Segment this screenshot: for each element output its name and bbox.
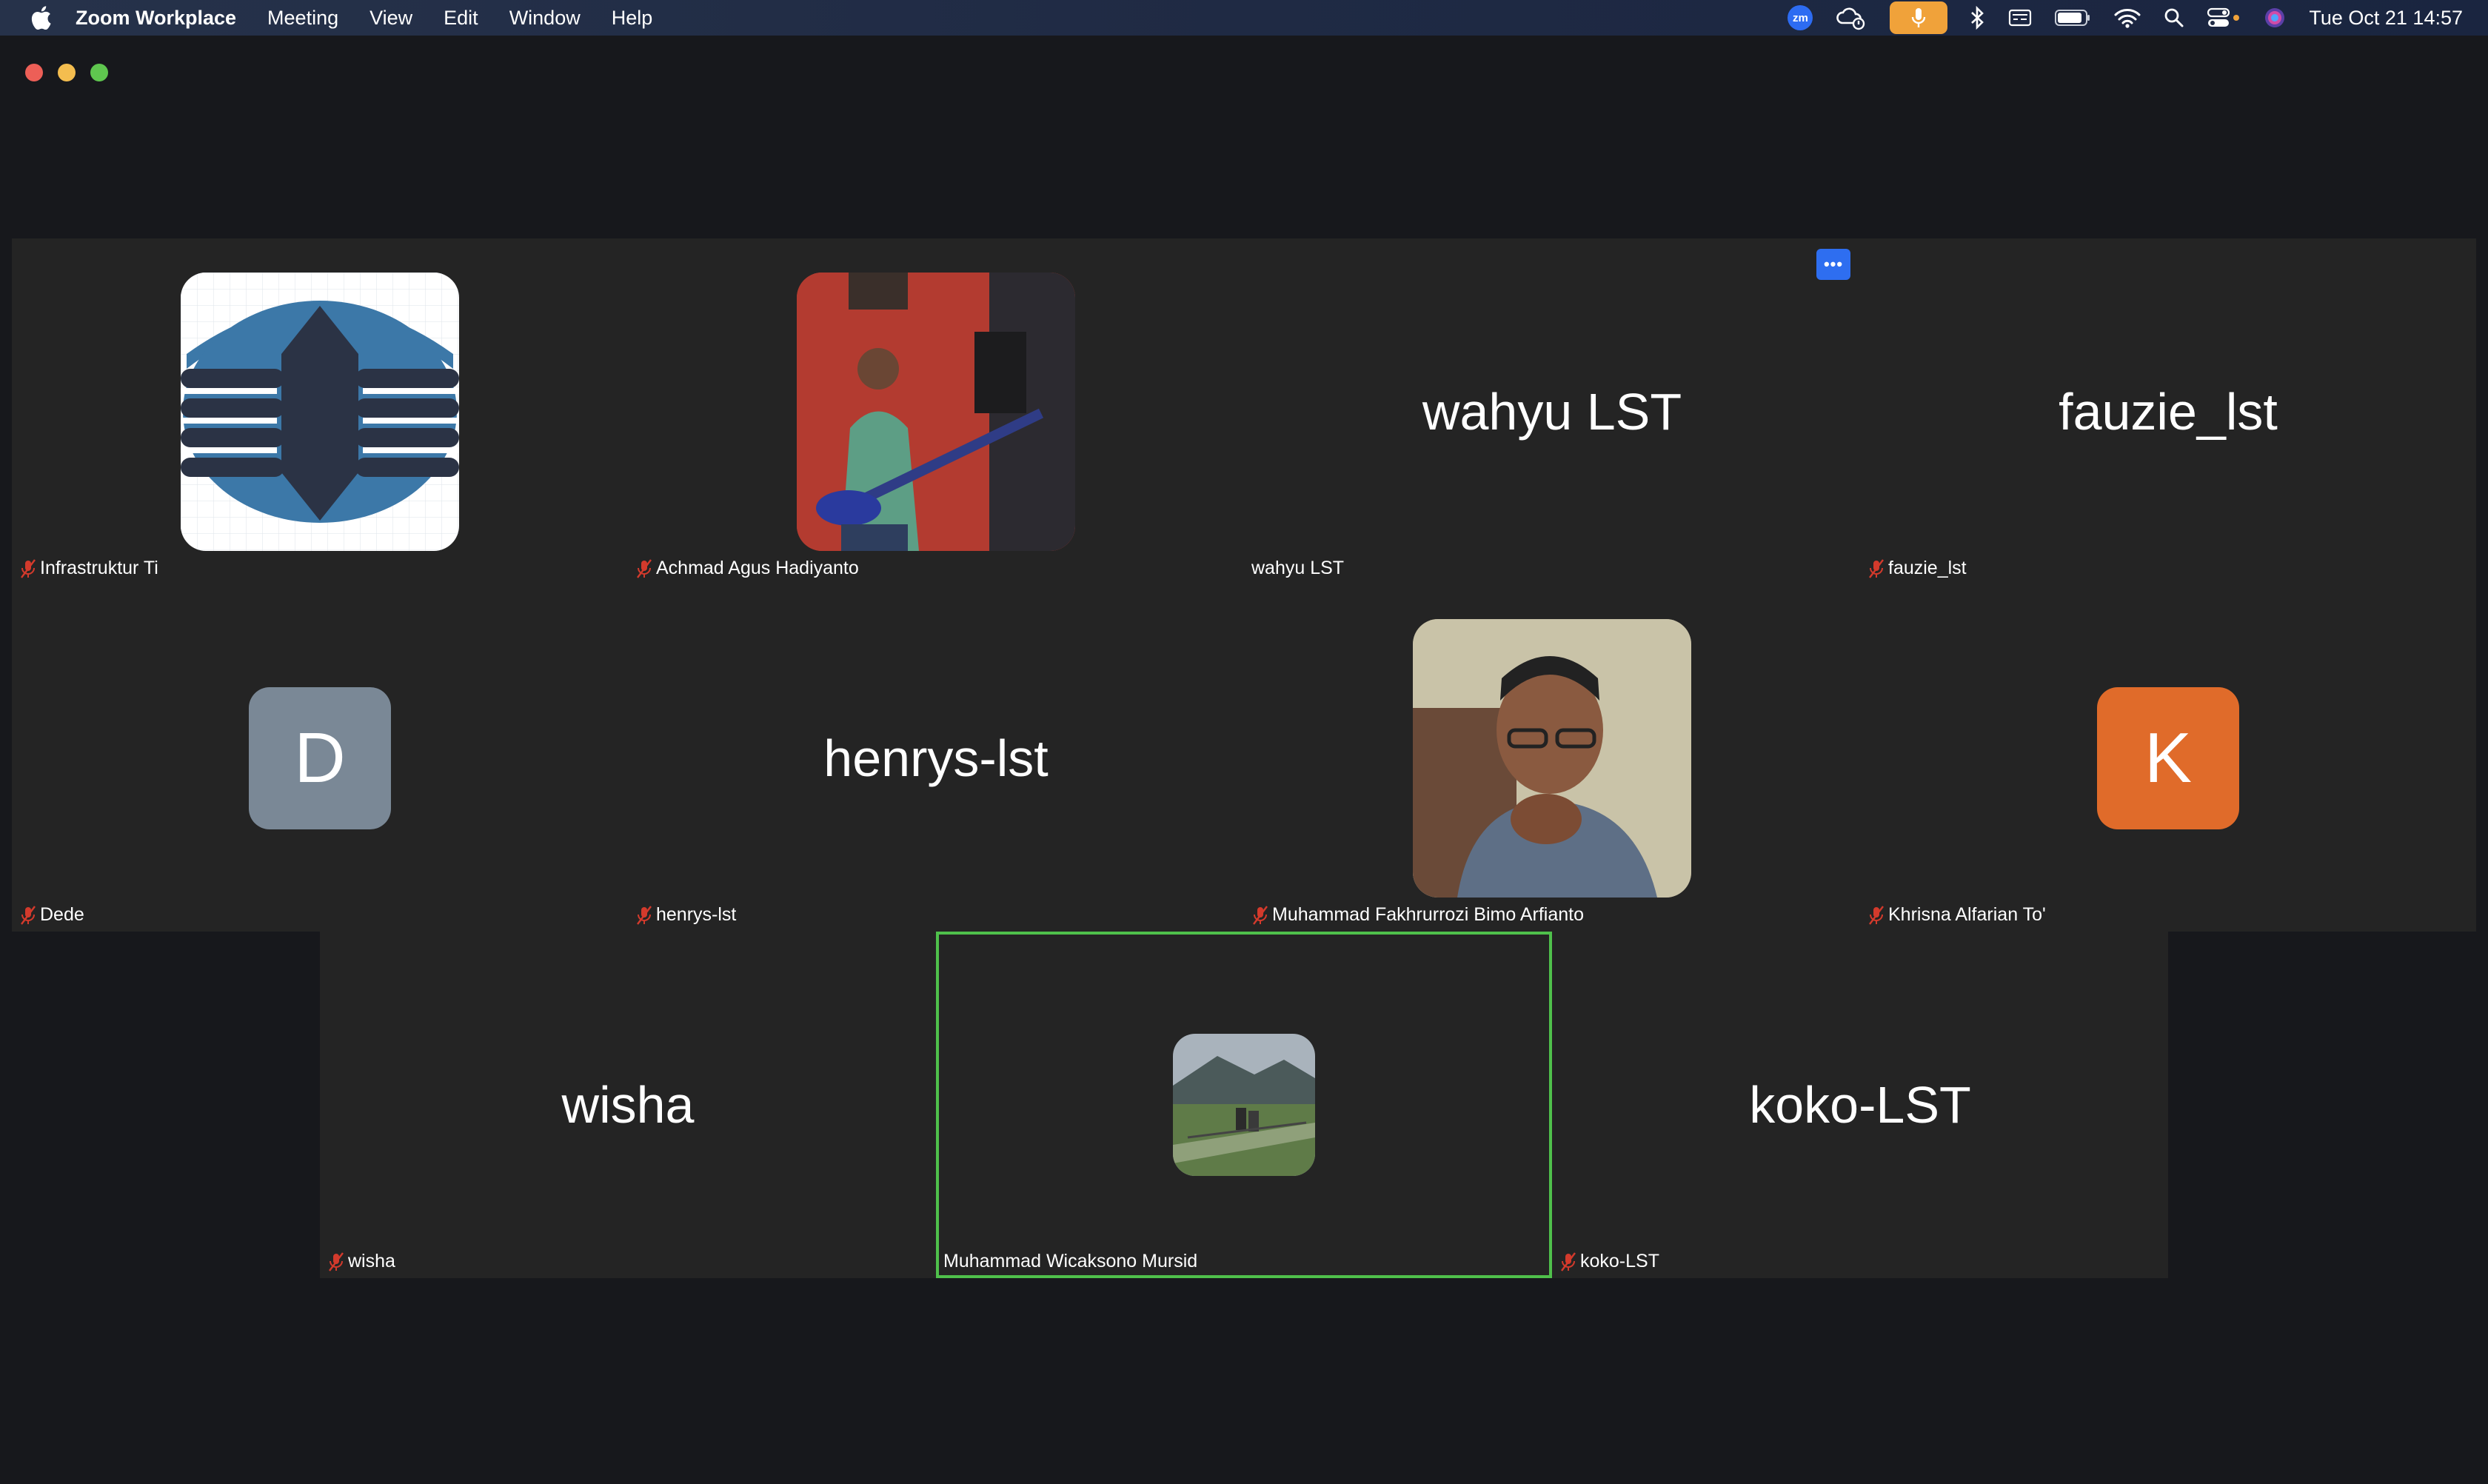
muted-mic-icon (1253, 905, 1268, 925)
menu-bar-clock[interactable]: Tue Oct 21 14:57 (2309, 7, 2463, 30)
gallery-grid-bottom: wisha wisha Muhammad Wicaksono Mursid ko… (320, 932, 2168, 1278)
participant-profile-photo (1173, 1034, 1315, 1176)
macos-menu-bar: Zoom Workplace Meeting View Edit Window … (0, 0, 2488, 36)
spotlight-search-icon[interactable] (2164, 0, 2184, 36)
menu-help[interactable]: Help (612, 7, 653, 30)
participant-name-label: wahyu LST (1251, 558, 1345, 578)
window-close-button[interactable] (25, 64, 43, 81)
window-minimize-button[interactable] (58, 64, 76, 81)
gallery-grid-top: Infrastruktur Ti Achmad Agus Hadiyanto w… (12, 238, 2476, 932)
participant-letter-avatar: D (249, 687, 391, 829)
zoom-status-icon[interactable]: zm (1788, 0, 1813, 36)
participant-tile-active-speaker[interactable]: Muhammad Wicaksono Mursid (936, 932, 1552, 1278)
wifi-icon[interactable] (2113, 0, 2141, 36)
participant-name-label: wisha (327, 1251, 395, 1272)
siri-icon[interactable] (2263, 0, 2287, 36)
participant-tile[interactable]: Infrastruktur Ti (12, 238, 628, 585)
participant-name-label: Infrastruktur Ti (19, 558, 158, 579)
menu-app-name[interactable]: Zoom Workplace (76, 7, 236, 30)
cloud-alert-icon[interactable] (1835, 0, 1867, 36)
muted-mic-icon (21, 905, 36, 925)
muted-mic-icon (21, 558, 36, 578)
participant-tile[interactable]: henrys-lst henrys-lst (628, 585, 1244, 932)
muted-mic-icon (637, 558, 652, 578)
participant-name-label: Dede (19, 904, 84, 926)
participant-name-label: Muhammad Fakhrurrozi Bimo Arfianto (1251, 904, 1584, 926)
menu-view[interactable]: View (369, 7, 412, 30)
muted-mic-icon (329, 1251, 344, 1271)
participant-center-name: wahyu LST (1422, 383, 1682, 441)
participant-logo-image (181, 273, 459, 551)
participant-center-name: koko-LST (1749, 1076, 1971, 1134)
microphone-in-use-icon[interactable] (1890, 0, 1948, 36)
apple-logo-icon[interactable] (30, 5, 52, 30)
participant-center-name: fauzie_lst (2059, 383, 2278, 441)
participant-center-name: henrys-lst (823, 729, 1049, 787)
menu-edit[interactable]: Edit (444, 7, 478, 30)
participant-tile[interactable]: fauzie_lst fauzie_lst (1860, 238, 2476, 585)
participant-tile[interactable]: wisha wisha (320, 932, 936, 1278)
menu-bar-status-area: zm Tue Oct 21 14:57 (1765, 0, 2463, 36)
participant-name-label: Achmad Agus Hadiyanto (635, 558, 859, 579)
more-options-button[interactable]: ••• (1816, 249, 1850, 280)
menu-meeting[interactable]: Meeting (267, 7, 338, 30)
participant-tile[interactable]: K Khrisna Alfarian To' (1860, 585, 2476, 932)
participant-tile[interactable]: koko-LST koko-LST (1552, 932, 2168, 1278)
participant-center-name: wisha (561, 1076, 695, 1134)
participant-tile[interactable]: wahyu LST wahyu LST (1244, 238, 1860, 585)
muted-mic-icon (637, 905, 652, 925)
participant-profile-photo (797, 273, 1075, 551)
participant-name-label: koko-LST (1559, 1251, 1659, 1272)
participant-tile[interactable]: Achmad Agus Hadiyanto (628, 238, 1244, 585)
participant-profile-photo (1413, 619, 1691, 898)
participant-letter-avatar: K (2097, 687, 2239, 829)
participant-name-label: Khrisna Alfarian To' (1867, 904, 2046, 926)
window-fullscreen-button[interactable] (90, 64, 108, 81)
muted-mic-icon (1561, 1251, 1576, 1271)
participant-name-label: fauzie_lst (1867, 558, 1967, 579)
muted-mic-icon (1869, 558, 1884, 578)
participant-tile[interactable]: Muhammad Fakhrurrozi Bimo Arfianto (1244, 585, 1860, 932)
muted-mic-icon (1869, 905, 1884, 925)
zoom-meeting-window: Infrastruktur Ti Achmad Agus Hadiyanto w… (0, 37, 2488, 1484)
participant-tile[interactable]: D Dede (12, 585, 628, 932)
participant-name-label: Muhammad Wicaksono Mursid (943, 1251, 1198, 1271)
keyboard-input-icon[interactable] (2008, 0, 2032, 36)
participant-name-label: henrys-lst (635, 904, 736, 926)
menu-window[interactable]: Window (509, 7, 581, 30)
battery-icon[interactable] (2054, 0, 2091, 36)
control-center-icon[interactable] (2207, 0, 2241, 36)
bluetooth-icon[interactable] (1970, 0, 1986, 36)
